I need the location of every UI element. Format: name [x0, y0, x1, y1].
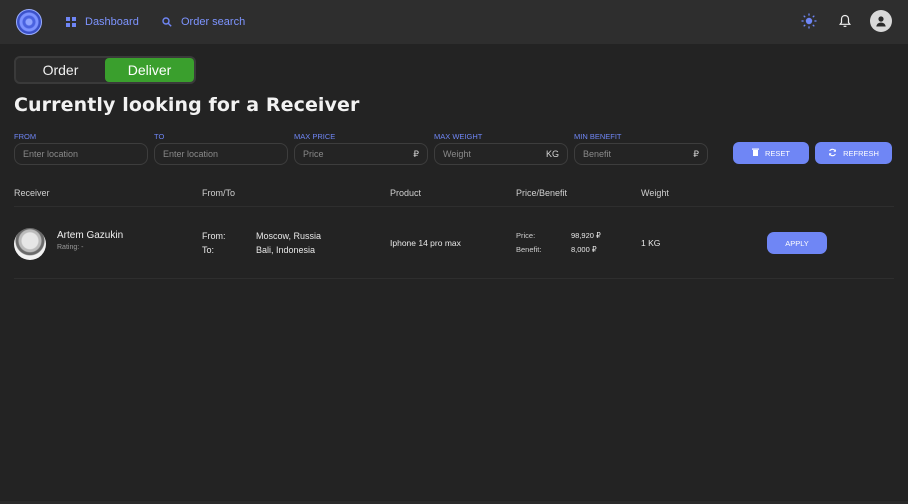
- column-weight: Weight: [641, 188, 669, 198]
- nav-dashboard[interactable]: Dashboard: [66, 14, 139, 30]
- filter-max-price-box: ₽: [294, 143, 428, 165]
- nav-dashboard-label: Dashboard: [85, 16, 139, 28]
- refresh-button-label: REFRESH: [843, 148, 879, 158]
- search-icon: [162, 17, 172, 27]
- to-label: To:: [202, 245, 215, 255]
- max-weight-unit: KG: [545, 149, 559, 159]
- nav-order-search-label: Order search: [181, 16, 246, 28]
- apply-button[interactable]: APPLY: [767, 232, 827, 254]
- page-title: Currently looking for a Receiver: [14, 94, 360, 116]
- refresh-button[interactable]: REFRESH: [815, 142, 892, 164]
- dashboard-grid-icon: [66, 17, 76, 27]
- user-avatar-icon[interactable]: [870, 10, 892, 32]
- filter-max-weight: MAX WEIGHT KG: [434, 131, 568, 165]
- filter-to: TO: [154, 131, 288, 165]
- filter-max-price: MAX PRICE ₽: [294, 131, 428, 165]
- column-from-to: From/To: [202, 188, 236, 198]
- to-value: Bali, Indonesia: [256, 245, 316, 255]
- column-price-benefit: Price/Benefit: [516, 188, 568, 198]
- table-row: Artem Gazukin Rating: - From: Moscow, Ru…: [0, 220, 908, 268]
- max-price-input[interactable]: [303, 149, 410, 159]
- reset-button[interactable]: RESET: [733, 142, 809, 164]
- from-label: From:: [202, 231, 226, 241]
- filter-to-label: TO: [154, 132, 165, 141]
- filter-from-label: FROM: [14, 132, 37, 141]
- column-product: Product: [390, 188, 422, 198]
- table-header: Receiver From/To Product Price/Benefit W…: [0, 188, 908, 206]
- price-label: Price:: [516, 231, 536, 240]
- receiver-avatar: [14, 228, 46, 260]
- reset-button-label: RESET: [764, 148, 790, 158]
- benefit-value: 8,000 ₽: [571, 245, 597, 254]
- min-benefit-input[interactable]: [583, 149, 690, 159]
- filter-min-benefit-label: MIN BENEFIT: [574, 132, 622, 141]
- filter-to-box: [154, 143, 288, 165]
- top-right-actions: [798, 10, 892, 32]
- benefit-label: Benefit:: [516, 245, 542, 254]
- app-logo[interactable]: [16, 9, 42, 35]
- toggle-deliver[interactable]: Deliver: [105, 58, 194, 82]
- to-location-input[interactable]: [163, 149, 279, 159]
- product-name: Iphone 14 pro max: [390, 238, 461, 248]
- row-divider: [14, 278, 894, 279]
- from-value: Moscow, Russia: [256, 231, 322, 241]
- top-navbar: Dashboard Order search: [0, 0, 908, 44]
- notification-bell-icon[interactable]: [834, 10, 856, 32]
- filter-max-weight-box: KG: [434, 143, 568, 165]
- min-benefit-unit: ₽: [693, 148, 699, 159]
- theme-toggle-sun-icon[interactable]: [798, 10, 820, 32]
- filter-min-benefit: MIN BENEFIT ₽: [574, 131, 708, 165]
- price-value: 98,920 ₽: [571, 231, 601, 240]
- max-weight-input[interactable]: [443, 149, 542, 159]
- filter-from-box: [14, 143, 148, 165]
- weight-value: 1 KG: [641, 238, 661, 248]
- column-receiver: Receiver: [14, 188, 50, 198]
- toggle-order[interactable]: Order: [16, 58, 105, 82]
- receiver-name: Artem Gazukin: [57, 230, 124, 241]
- order-deliver-toggle: Order Deliver: [14, 56, 196, 84]
- max-price-unit: ₽: [413, 148, 419, 159]
- filter-min-benefit-box: ₽: [574, 143, 708, 165]
- nav-order-search[interactable]: Order search: [162, 14, 245, 30]
- filter-max-price-label: MAX PRICE: [294, 132, 336, 141]
- header-divider: [14, 206, 894, 207]
- receiver-rating: Rating: -: [57, 244, 84, 251]
- filter-from: FROM: [14, 131, 148, 165]
- refresh-icon: [828, 148, 837, 159]
- filter-max-weight-label: MAX WEIGHT: [434, 132, 483, 141]
- trash-icon: [751, 148, 759, 158]
- from-location-input[interactable]: [23, 149, 139, 159]
